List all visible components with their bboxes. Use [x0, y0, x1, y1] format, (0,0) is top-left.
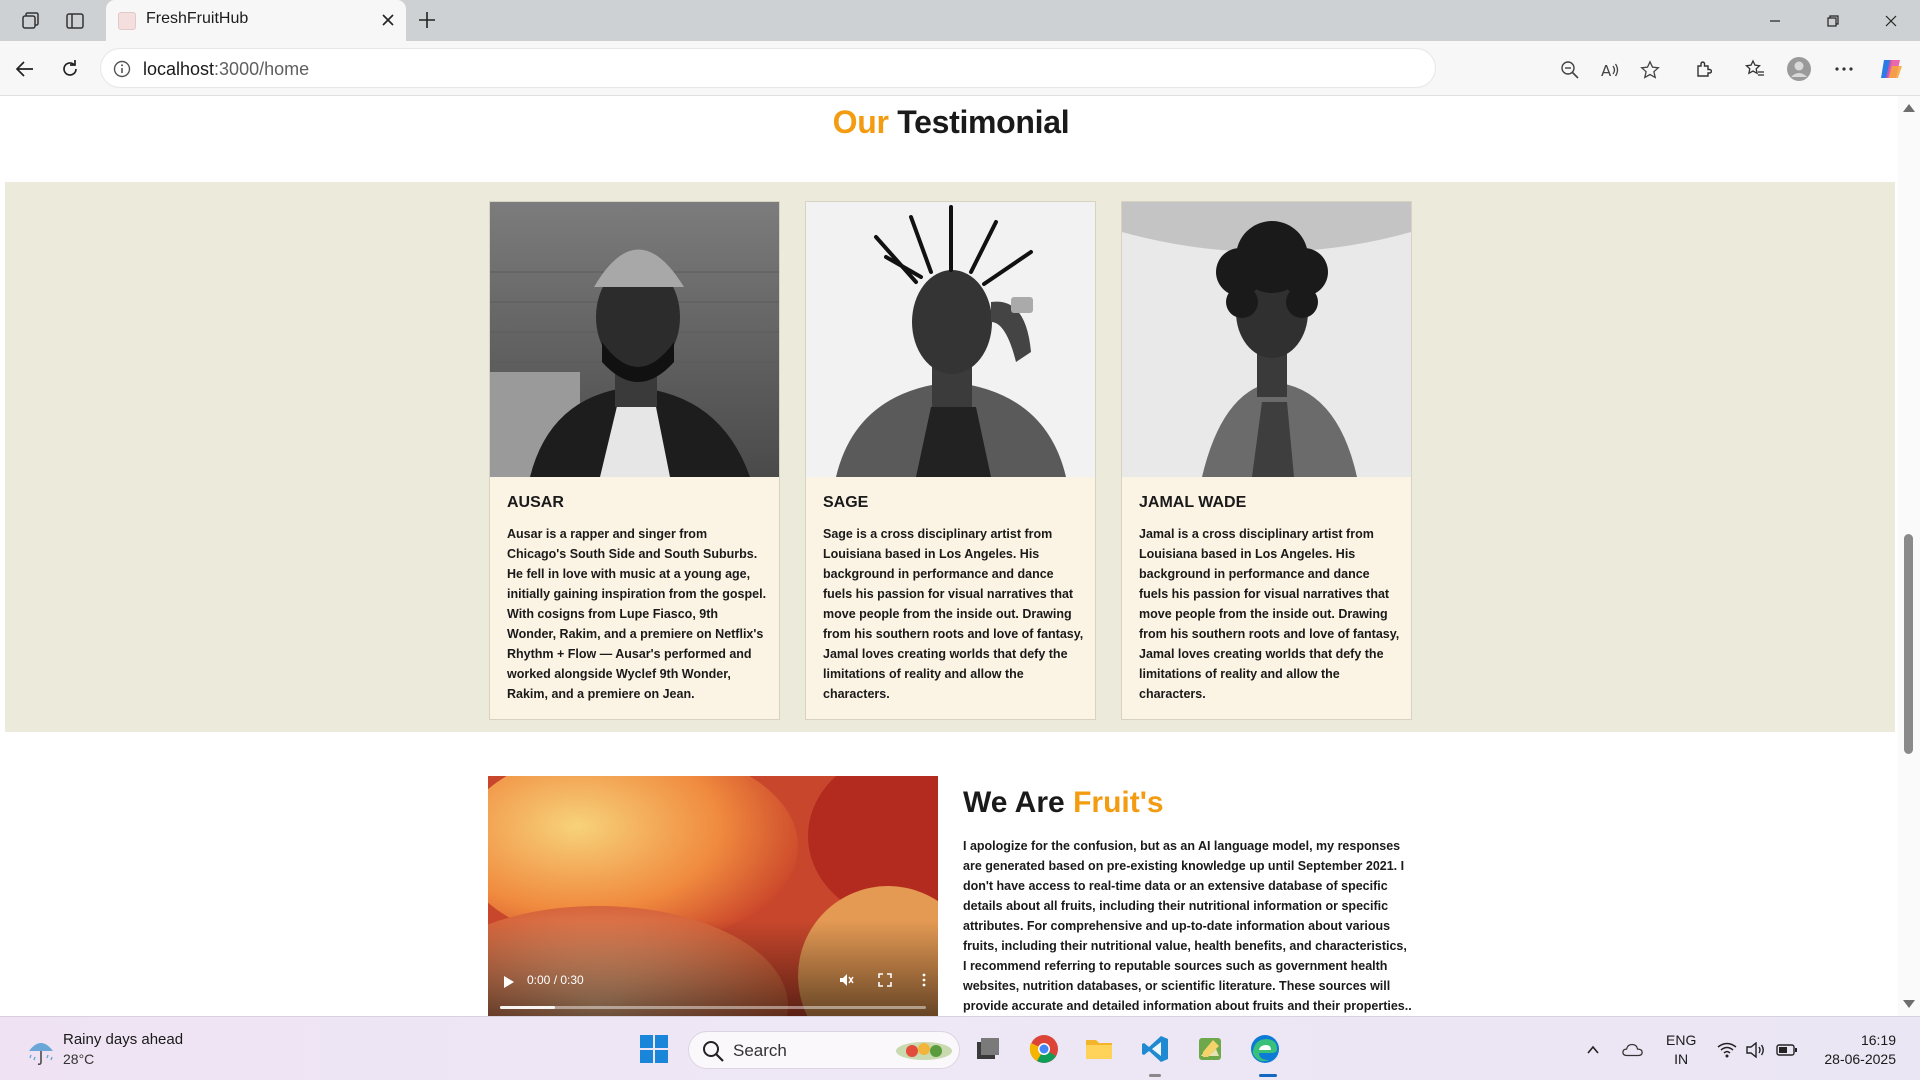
input-language[interactable]: ENG IN — [1666, 1031, 1696, 1069]
new-tab-icon[interactable] — [414, 7, 440, 33]
mute-icon[interactable] — [836, 970, 856, 990]
fullscreen-icon[interactable] — [875, 970, 895, 990]
url-host: localhost — [143, 59, 215, 79]
site-info-icon[interactable] — [111, 58, 133, 80]
tab-title: FreshFruitHub — [146, 10, 249, 27]
close-window-icon[interactable] — [1868, 0, 1914, 41]
favorite-star-icon[interactable] — [1638, 58, 1662, 82]
wifi-icon[interactable] — [1716, 1039, 1738, 1061]
image-editor-icon[interactable] — [1192, 1031, 1228, 1067]
about-heading: We Are Fruit's — [963, 786, 1164, 820]
windows-taskbar: Rainy days ahead 28°C Search ENG IN 16:1… — [0, 1016, 1920, 1080]
scrollbar-thumb[interactable] — [1904, 534, 1913, 754]
restore-icon[interactable] — [1810, 0, 1856, 41]
search-icon — [703, 1041, 724, 1062]
testimonial-name: SAGE — [823, 494, 869, 511]
video-controls: 0:00 / 0:30 — [488, 966, 938, 1016]
more-options-icon[interactable] — [1830, 55, 1858, 83]
svg-text:A: A — [1601, 62, 1612, 80]
testimonial-card: JAMAL WADE Jamal is a cross disciplinary… — [1121, 201, 1412, 720]
testimonial-photo — [490, 202, 779, 477]
close-tab-icon[interactable] — [378, 10, 398, 30]
about-heading-accent: Fruit's — [1073, 786, 1164, 819]
testimonial-card: SAGE Sage is a cross disciplinary artist… — [805, 201, 1096, 720]
battery-icon[interactable] — [1776, 1039, 1798, 1061]
lang-region: IN — [1674, 1051, 1689, 1067]
url-text[interactable]: localhost:3000/home — [143, 59, 309, 80]
scroll-down-arrow-icon[interactable] — [1903, 1000, 1915, 1008]
windows-start-icon[interactable] — [636, 1031, 672, 1067]
vertical-tabs-icon[interactable] — [62, 8, 88, 34]
weather-temperature[interactable]: 28°C — [63, 1051, 94, 1067]
active-tab[interactable]: FreshFruitHub — [106, 0, 406, 41]
weather-summary[interactable]: Rainy days ahead — [63, 1031, 183, 1048]
volume-icon[interactable] — [1745, 1039, 1767, 1061]
taskbar-clock[interactable]: 16:19 28-06-2025 — [1800, 1031, 1896, 1069]
testimonial-photo — [806, 202, 1095, 477]
about-heading-rest: We Are — [963, 786, 1065, 819]
onedrive-icon[interactable] — [1622, 1039, 1644, 1061]
extensions-icon[interactable] — [1690, 55, 1718, 83]
profile-avatar-icon[interactable] — [1785, 55, 1813, 83]
edge-icon[interactable] — [1247, 1031, 1283, 1067]
vscode-running-indicator — [1149, 1074, 1161, 1077]
read-aloud-icon[interactable]: A — [1598, 58, 1622, 82]
address-bar[interactable]: localhost:3000/home A — [100, 48, 1660, 88]
video-more-icon[interactable] — [914, 970, 934, 990]
lang-code: ENG — [1666, 1032, 1697, 1048]
file-explorer-icon[interactable] — [1081, 1031, 1117, 1067]
refresh-icon[interactable] — [56, 55, 84, 83]
testimonial-name: JAMAL WADE — [1139, 494, 1247, 511]
testimonial-text: Jamal is a cross disciplinary artist fro… — [1139, 527, 1400, 701]
minimize-icon[interactable] — [1752, 0, 1798, 41]
chrome-icon[interactable] — [1026, 1031, 1062, 1067]
search-label: Search — [733, 1041, 787, 1060]
browser-toolbar: localhost:3000/home A — [0, 41, 1920, 96]
testimonial-text: Ausar is a rapper and singer from Chicag… — [507, 527, 767, 701]
video-progress-fill — [500, 1006, 556, 1009]
edge-active-indicator — [1259, 1074, 1277, 1077]
back-arrow-icon[interactable] — [11, 55, 39, 83]
testimonial-heading-accent: Our — [832, 104, 889, 140]
vscode-icon[interactable] — [1137, 1031, 1173, 1067]
taskbar-search[interactable]: Search — [688, 1031, 960, 1069]
page-scrollbar[interactable] — [1898, 96, 1920, 1016]
scroll-up-arrow-icon[interactable] — [1903, 104, 1915, 112]
tray-overflow-chevron-icon[interactable] — [1582, 1039, 1604, 1061]
workspaces-icon[interactable] — [17, 8, 43, 34]
fruit-video[interactable]: 0:00 / 0:30 — [488, 776, 938, 1016]
copilot-icon[interactable] — [1877, 55, 1905, 83]
testimonial-name: AUSAR — [507, 494, 564, 511]
testimonial-card: AUSAR Ausar is a rapper and singer from … — [489, 201, 780, 720]
testimonial-heading-rest: Testimonial — [897, 104, 1070, 140]
video-progress-track[interactable] — [500, 1006, 926, 1009]
testimonial-text: Sage is a cross disciplinary artist from… — [823, 527, 1084, 701]
favicon-icon — [118, 12, 136, 30]
rain-umbrella-icon — [29, 1043, 53, 1066]
url-path: :3000/home — [214, 59, 310, 79]
zoom-out-icon[interactable] — [1558, 58, 1582, 82]
video-time: 0:00 / 0:30 — [527, 973, 584, 987]
favorites-icon[interactable] — [1741, 55, 1769, 83]
tab-bar: FreshFruitHub — [0, 0, 1920, 41]
clock-time: 16:19 — [1860, 1032, 1896, 1048]
task-view-icon[interactable] — [970, 1031, 1006, 1067]
testimonial-photo — [1122, 202, 1411, 477]
play-icon[interactable] — [504, 976, 514, 988]
clock-date: 28-06-2025 — [1824, 1051, 1896, 1067]
about-text: I apologize for the confusion, but as an… — [963, 839, 1412, 1013]
testimonial-heading: Our Testimonial — [0, 104, 1902, 141]
search-highlight-icon — [896, 1042, 952, 1060]
page-viewport: Our Testimonial AUSAR Ausar is a rapper … — [0, 96, 1902, 1016]
